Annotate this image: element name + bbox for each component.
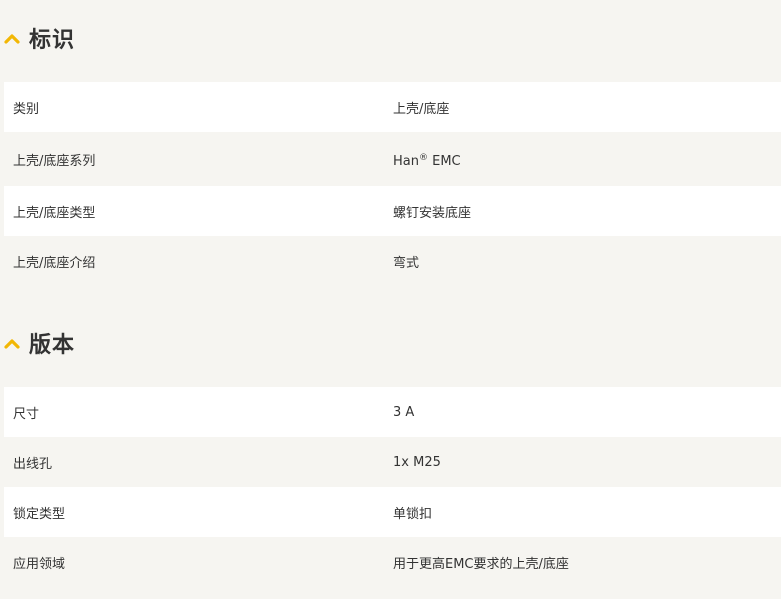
section-title: 标识 <box>29 28 76 53</box>
row-label: 应用领域 <box>13 556 66 572</box>
registered-mark: ® <box>418 152 428 163</box>
row-label: 类别 <box>13 101 40 117</box>
table-row: 锁定类型 单锁扣 <box>4 487 781 537</box>
table-row: 类别 上壳/底座 <box>4 82 781 132</box>
table-row: 出线孔 1x M25 <box>4 437 781 487</box>
spec-table-version: 尺寸 3 A 出线孔 1x M25 锁定类型 单锁扣 应用领域 用于更高EMC要… <box>4 387 781 587</box>
spec-table-identification: 类别 上壳/底座 上壳/底座系列 Han® EMC 上壳/底座类型 螺钉安装底座… <box>4 82 781 286</box>
row-value: 1x M25 <box>393 454 441 470</box>
table-row: 上壳/底座介绍 弯式 <box>4 236 781 286</box>
table-row: 应用领域 用于更高EMC要求的上壳/底座 <box>4 537 781 587</box>
row-value: 弯式 <box>393 255 420 271</box>
section-title: 版本 <box>29 333 76 358</box>
row-value: Han® EMC <box>393 150 781 169</box>
row-value: 单锁扣 <box>393 506 433 522</box>
row-value: 螺钉安装底座 <box>393 205 472 221</box>
row-label: 上壳/底座介绍 <box>13 255 96 271</box>
row-value: 用于更高EMC要求的上壳/底座 <box>393 556 569 572</box>
table-row: 尺寸 3 A <box>4 387 781 437</box>
row-label: 尺寸 <box>13 406 40 422</box>
row-value: 上壳/底座 <box>393 101 450 117</box>
row-label: 上壳/底座类型 <box>13 205 96 221</box>
row-label: 上壳/底座系列 <box>13 153 96 169</box>
row-value-suffix: EMC <box>427 153 461 169</box>
row-label: 锁定类型 <box>13 506 66 522</box>
section-header-identification[interactable]: 标识 <box>0 18 781 58</box>
table-row: 上壳/底座系列 Han® EMC <box>4 132 781 186</box>
row-value-main: Han <box>393 153 419 169</box>
section-header-version[interactable]: 版本 <box>0 323 781 363</box>
row-value: 3 A <box>393 404 415 420</box>
chevron-up-icon <box>4 336 20 350</box>
table-row: 上壳/底座类型 螺钉安装底座 <box>4 186 781 236</box>
row-label: 出线孔 <box>13 456 53 472</box>
chevron-up-icon <box>4 31 20 45</box>
